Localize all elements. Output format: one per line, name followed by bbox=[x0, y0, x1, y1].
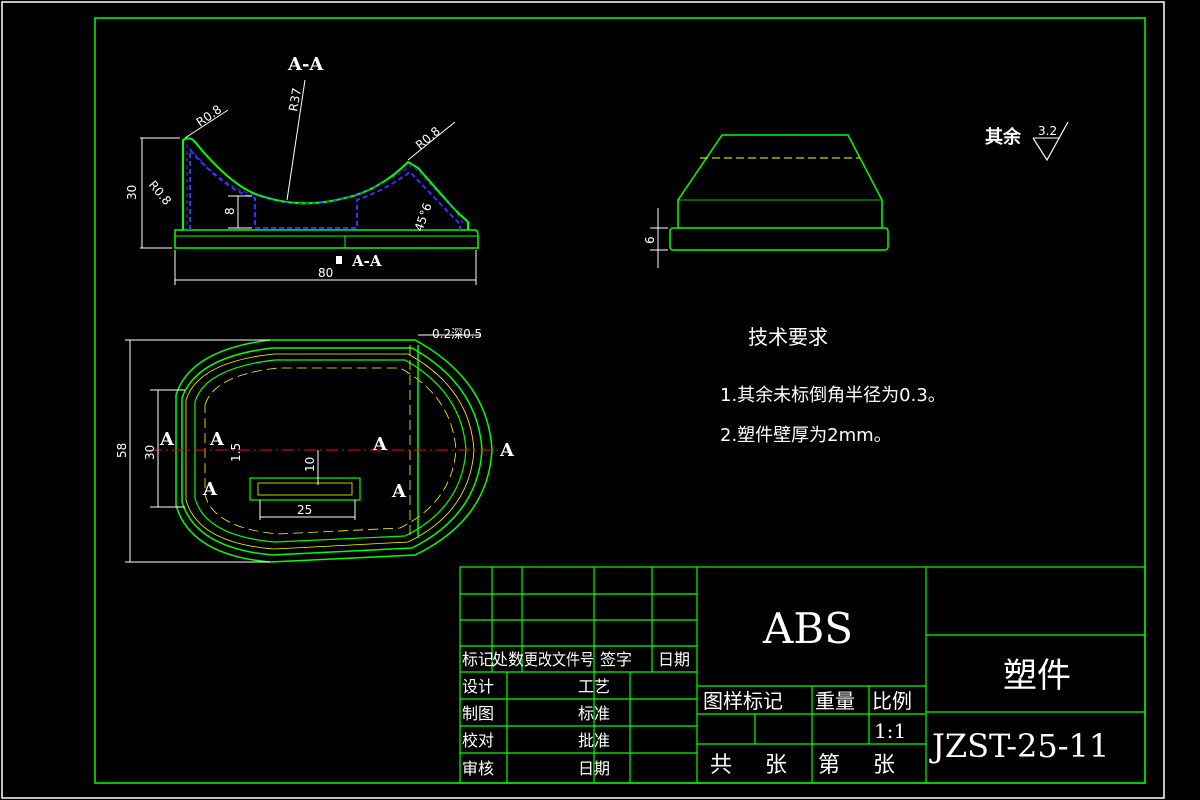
dim-chamfer: 45°6 bbox=[412, 201, 435, 233]
dim-wall-callout: 0.2深0.5 bbox=[432, 327, 482, 341]
left-row-4: 审核 bbox=[462, 759, 494, 778]
section-letter-4: A bbox=[499, 440, 515, 461]
info-label-1: 图样标记 bbox=[703, 689, 783, 713]
sheet-label-3: 第 bbox=[818, 753, 840, 778]
roughness-value: 3.2 bbox=[1038, 124, 1057, 138]
dim-base-height: 6 bbox=[643, 236, 657, 244]
side-view: 6 bbox=[643, 134, 889, 268]
cad-drawing: A-A 30 80 8 R37 R0.8 R0.8 R0.8 45°6 A-A bbox=[1, 1, 1165, 799]
dim-height-inner: 30 bbox=[143, 445, 157, 460]
header-col-2: 处数 bbox=[492, 650, 524, 669]
section-marker: A-A bbox=[351, 252, 382, 270]
roughness-label: 其余 bbox=[985, 126, 1022, 148]
dim-radius-tl: R0.8 bbox=[194, 102, 224, 129]
material: ABS bbox=[762, 604, 853, 653]
section-title: A-A bbox=[287, 54, 324, 75]
dim-inner-height: 8 bbox=[223, 207, 237, 215]
section-letter-3: A bbox=[372, 434, 388, 455]
dim-width: 80 bbox=[318, 266, 333, 280]
sheet-label-2: 张 bbox=[765, 753, 787, 778]
drawing-number: JZST-25-11 bbox=[929, 727, 1109, 765]
header-col-3: 更改文件号 bbox=[524, 650, 594, 669]
tech-title: 技术要求 bbox=[748, 325, 828, 349]
header-col-5: 日期 bbox=[658, 650, 690, 669]
tech-requirements: 技术要求 1.其余未标倒角半径为0.3。 2.塑件壁厚为2mm。 bbox=[720, 325, 946, 446]
header-col-1: 标记 bbox=[462, 650, 494, 669]
dim-small-gap: 1.5 bbox=[229, 443, 243, 462]
mid-row-2: 标准 bbox=[578, 704, 610, 723]
left-row-2: 制图 bbox=[462, 704, 494, 723]
section-letter-6: A bbox=[391, 481, 407, 502]
dim-slot-offset: 10 bbox=[303, 457, 317, 472]
dim-slot-width: 25 bbox=[297, 503, 312, 517]
mid-row-3: 批准 bbox=[578, 731, 610, 750]
dim-height: 30 bbox=[125, 185, 139, 200]
dim-radius-large: R37 bbox=[286, 87, 304, 113]
part-name: 塑件 bbox=[1003, 656, 1071, 696]
scale-value: 1:1 bbox=[874, 719, 906, 743]
left-row-3: 校对 bbox=[462, 731, 494, 750]
plan-view: 25 10 1.5 58 30 0.2深0.5 A A A A A A bbox=[115, 327, 515, 563]
header-col-4: 签字 bbox=[600, 650, 632, 669]
dim-height-outer: 58 bbox=[115, 443, 129, 458]
tech-item-2: 2.塑件壁厚为2mm。 bbox=[720, 425, 892, 446]
dim-radius-left: R0.8 bbox=[146, 178, 174, 208]
sheet-label-4: 张 bbox=[873, 753, 895, 778]
mid-row-1: 工艺 bbox=[578, 677, 610, 696]
info-label-3: 比例 bbox=[872, 689, 912, 713]
dim-radius-tr: R0.8 bbox=[413, 124, 443, 152]
section-letter-2: A bbox=[209, 429, 225, 450]
roughness-symbol: 其余 3.2 bbox=[985, 121, 1069, 162]
mid-row-4: 日期 bbox=[578, 759, 610, 778]
section-letter-1: A bbox=[159, 429, 175, 450]
left-row-1: 设计 bbox=[462, 677, 494, 696]
sheet-label-1: 共 bbox=[710, 753, 732, 778]
section-letter-5: A bbox=[202, 479, 218, 500]
title-block-text: 标记 处数 更改文件号 签字 日期 设计 制图 校对 审核 工艺 标准 批准 日… bbox=[462, 604, 1109, 778]
section-view: A-A 30 80 8 R37 R0.8 R0.8 R0.8 45°6 A-A bbox=[125, 54, 479, 285]
info-label-2: 重量 bbox=[815, 689, 855, 713]
tech-item-1: 1.其余未标倒角半径为0.3。 bbox=[720, 385, 946, 406]
